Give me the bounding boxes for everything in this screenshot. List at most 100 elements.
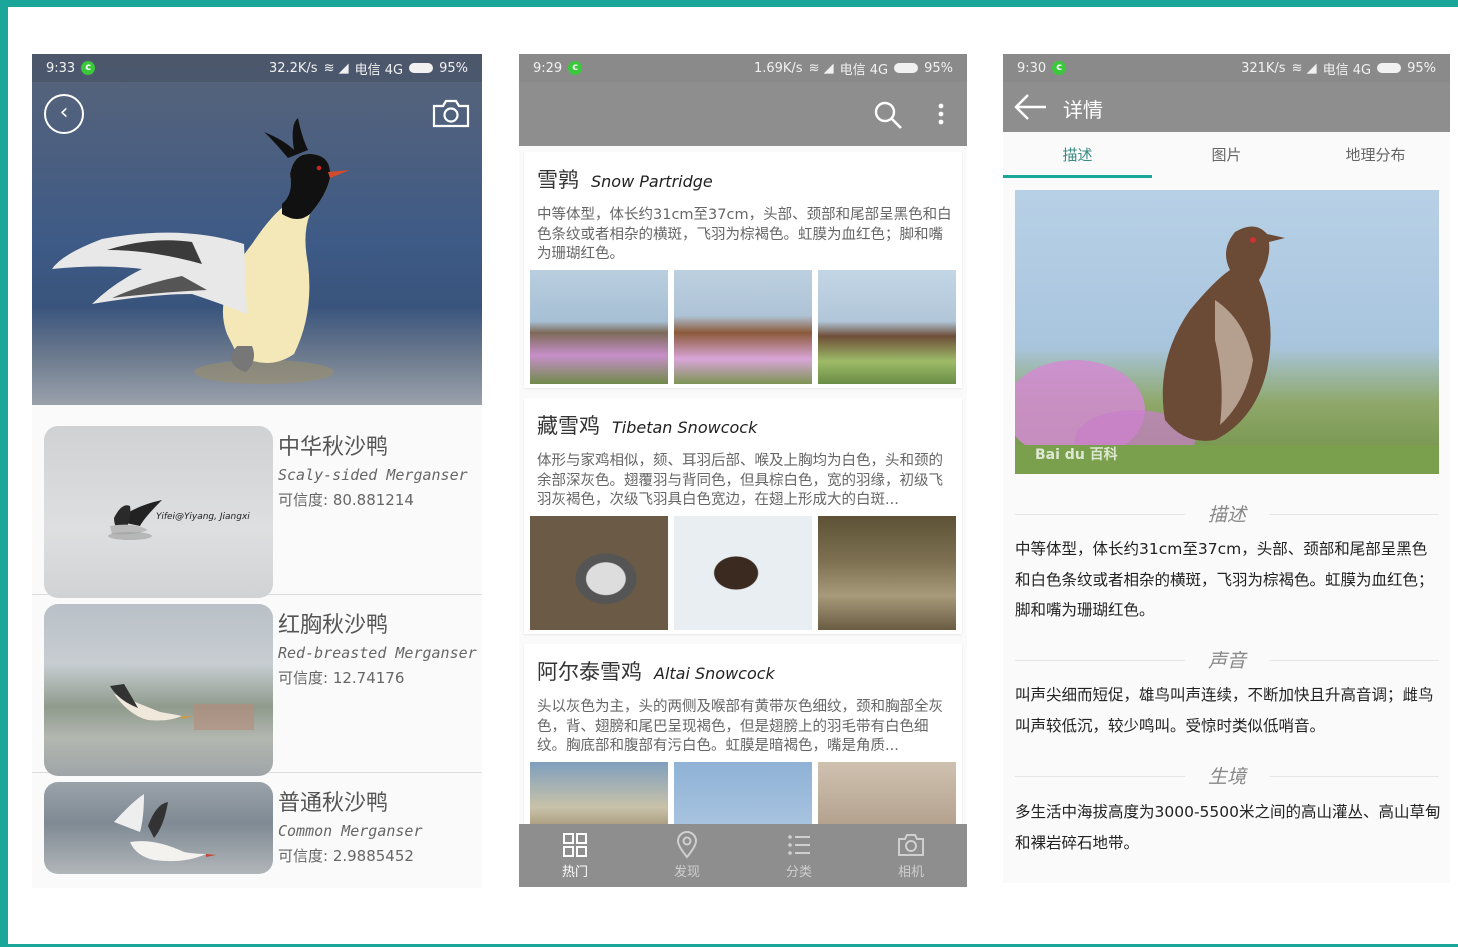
species-name-cn: 阿尔泰雪鸡 [537,660,642,684]
network-speed: 1.69K/s [753,60,803,76]
signal-icon: ≋ ◢ [808,60,834,76]
species-photo[interactable] [530,516,668,630]
species-photo[interactable] [674,270,812,384]
battery-level: 95% [1407,60,1436,76]
species-photo[interactable] [530,762,668,824]
nav-category[interactable]: 分类 [743,824,855,887]
section-heading-voice: 声音 [1015,646,1439,673]
nav-label: 分类 [785,865,812,880]
result-item[interactable]: 普通秋沙鸭 Common Merganser 可信度: 2.9885452 [32,773,482,888]
list-icon [788,835,810,855]
species-name-cn: 藏雪鸡 [537,414,600,438]
species-photo[interactable] [674,516,812,630]
tab-distribution[interactable]: 地理分布 [1301,132,1450,178]
species-name-cn: 中华秋沙鸭 [278,435,389,460]
signal-icon: ≋ ◢ [323,60,349,76]
app-bar: 9:30 c 321K/s ≋ ◢ 电信 4G 95% 详情 [1003,54,1450,132]
species-description: 体形与家鸡相似，颏、耳羽后部、喉及上胸均为白色，头和颈的余部深灰色。翅覆羽与背同… [537,453,943,508]
result-thumbnail: Yifei@Yiyang, Jiangxi [44,426,273,598]
status-bar: 9:30 c 321K/s ≋ ◢ 电信 4G 95% [1003,54,1450,82]
species-photo: Bai du 百科 [1015,190,1439,474]
network-speed: 321K/s [1241,60,1286,76]
battery-level: 95% [439,60,468,76]
photo-watermark: Bai du 百科 [1035,447,1118,463]
identify-screen: 9:33 c 32.2K/s ≋ ◢ 电信 4G 95% ‹ Yifei@Yiyang,… [32,54,482,888]
battery-icon [1377,63,1402,73]
detail-tabs: 描述 图片 地理分布 [1003,132,1450,178]
species-card[interactable]: 藏雪鸡 Tibetan Snowcock 体形与家鸡相似，颏、耳羽后部、喉及上胸均… [524,398,962,634]
app-bar: 9:29 c 1.69K/s ≋ ◢ 电信 4G 95% [519,54,967,146]
section-text-voice: 叫声尖细而短促，雄鸟叫声连续，不断加快且升高音调；雌鸟叫声较低沉，较少鸣叫。受惊… [1015,686,1434,735]
wechat-icon: c [568,61,583,75]
species-photo[interactable] [818,516,956,630]
section-text-description: 中等体型，体长约31cm至37cm，头部、颈部和尾部呈黑色和白色条纹或者相杂的横… [1015,540,1434,619]
section-text-habitat: 多生活中海拔高度为3000-5500米之间的高山灌丛、高山草甸和裸岩碎石地带。 [1015,803,1441,852]
species-card[interactable]: 阿尔泰雪鸡 Altai Snowcock 头以灰色为主，头的两侧及喉部有黄带灰色细… [524,644,962,824]
status-time: 9:29 [533,60,563,76]
network-speed: 32.2K/s [268,60,318,76]
species-description: 中等体型，体长约31cm至37cm，头部、颈部和尾部呈黑色和白色条纹或者相杂的横… [537,207,952,262]
species-photo[interactable] [818,270,956,384]
more-vertical-icon[interactable] [935,102,947,126]
signal-icon: ≋ ◢ [1291,60,1317,76]
species-name-en: Common Merganser [278,822,423,840]
section-heading-habitat: 生境 [1015,762,1439,789]
result-item[interactable]: 红胸秋沙鸭 Red-breasted Merganser 可信度: 12.741… [32,595,482,776]
nav-label: 发现 [673,865,700,880]
result-item[interactable]: Yifei@Yiyang, Jiangxi 中华秋沙鸭 Scaly-sided … [32,417,482,598]
status-time: 9:33 [46,60,76,76]
species-card-list: 雪鹑 Snow Partridge 中等体型，体长约31cm至37cm，头部、颈部… [519,146,967,824]
species-photo[interactable] [530,270,668,384]
species-name-cn: 红胸秋沙鸭 [278,613,389,638]
status-bar: 9:33 c 32.2K/s ≋ ◢ 电信 4G 95% [32,54,482,82]
camera-icon [898,834,924,856]
page-title: 详情 [1063,98,1103,122]
search-icon[interactable] [873,100,903,130]
detail-screen: 9:30 c 321K/s ≋ ◢ 电信 4G 95% 详情 描述 图片 地理分布 Ba… [1003,54,1450,883]
species-name-en: Altai Snowcock [654,664,775,683]
result-thumbnail [44,604,273,776]
nav-hot[interactable]: 热门 [519,824,631,887]
battery-level: 95% [924,60,953,76]
section-heading-description: 描述 [1015,500,1439,527]
carrier-label: 电信 4G [1322,62,1372,78]
nav-label: 热门 [561,865,588,880]
result-list: Yifei@Yiyang, Jiangxi 中华秋沙鸭 Scaly-sided … [32,417,482,888]
species-name-en: Tibetan Snowcock [612,418,758,437]
tab-description[interactable]: 描述 [1003,132,1152,178]
confidence-score: 可信度: 12.74176 [278,669,405,687]
species-name-en: Scaly-sided Merganser [278,466,468,484]
back-circle-icon[interactable]: ‹ [44,94,84,134]
photo-credit: Yifei@Yiyang, Jiangxi [156,512,250,522]
species-name-en: Red-breasted Merganser [278,644,477,662]
species-photo[interactable] [818,762,956,824]
species-photo[interactable] [674,762,812,824]
arrow-back-icon[interactable] [1013,92,1047,122]
grid-icon [563,833,587,857]
captured-photo: 9:33 c 32.2K/s ≋ ◢ 电信 4G 95% ‹ [32,54,482,405]
species-name-cn: 普通秋沙鸭 [278,791,389,816]
carrier-label: 电信 4G [354,62,404,78]
confidence-score: 可信度: 2.9885452 [278,847,414,865]
confidence-score: 可信度: 80.881214 [278,491,414,509]
nav-discover[interactable]: 发现 [631,824,743,887]
nav-label: 相机 [897,865,924,880]
wechat-icon: c [81,61,96,75]
location-pin-icon [676,831,698,859]
camera-icon[interactable] [432,98,470,128]
battery-icon [409,63,434,73]
result-thumbnail [44,782,273,874]
carrier-label: 电信 4G [839,62,889,78]
status-time: 9:30 [1017,60,1047,76]
battery-icon [894,63,919,73]
wechat-icon: c [1052,61,1067,75]
bottom-navigation: 热门 发现 分类 相机 [519,824,967,887]
browse-screen: 9:29 c 1.69K/s ≋ ◢ 电信 4G 95% 雪鹑 Snow Partridg… [519,54,967,887]
status-bar: 9:29 c 1.69K/s ≋ ◢ 电信 4G 95% [519,54,967,82]
species-name-en: Snow Partridge [591,172,713,191]
species-card[interactable]: 雪鹑 Snow Partridge 中等体型，体长约31cm至37cm，头部、颈部… [524,152,962,388]
species-description: 头以灰色为主，头的两侧及喉部有黄带灰色细纹，颈和胸部全灰色，背、翅膀和尾巴呈现褐… [537,699,943,754]
species-name-cn: 雪鹑 [537,168,579,192]
tab-photos[interactable]: 图片 [1152,132,1301,178]
nav-camera[interactable]: 相机 [855,824,967,887]
